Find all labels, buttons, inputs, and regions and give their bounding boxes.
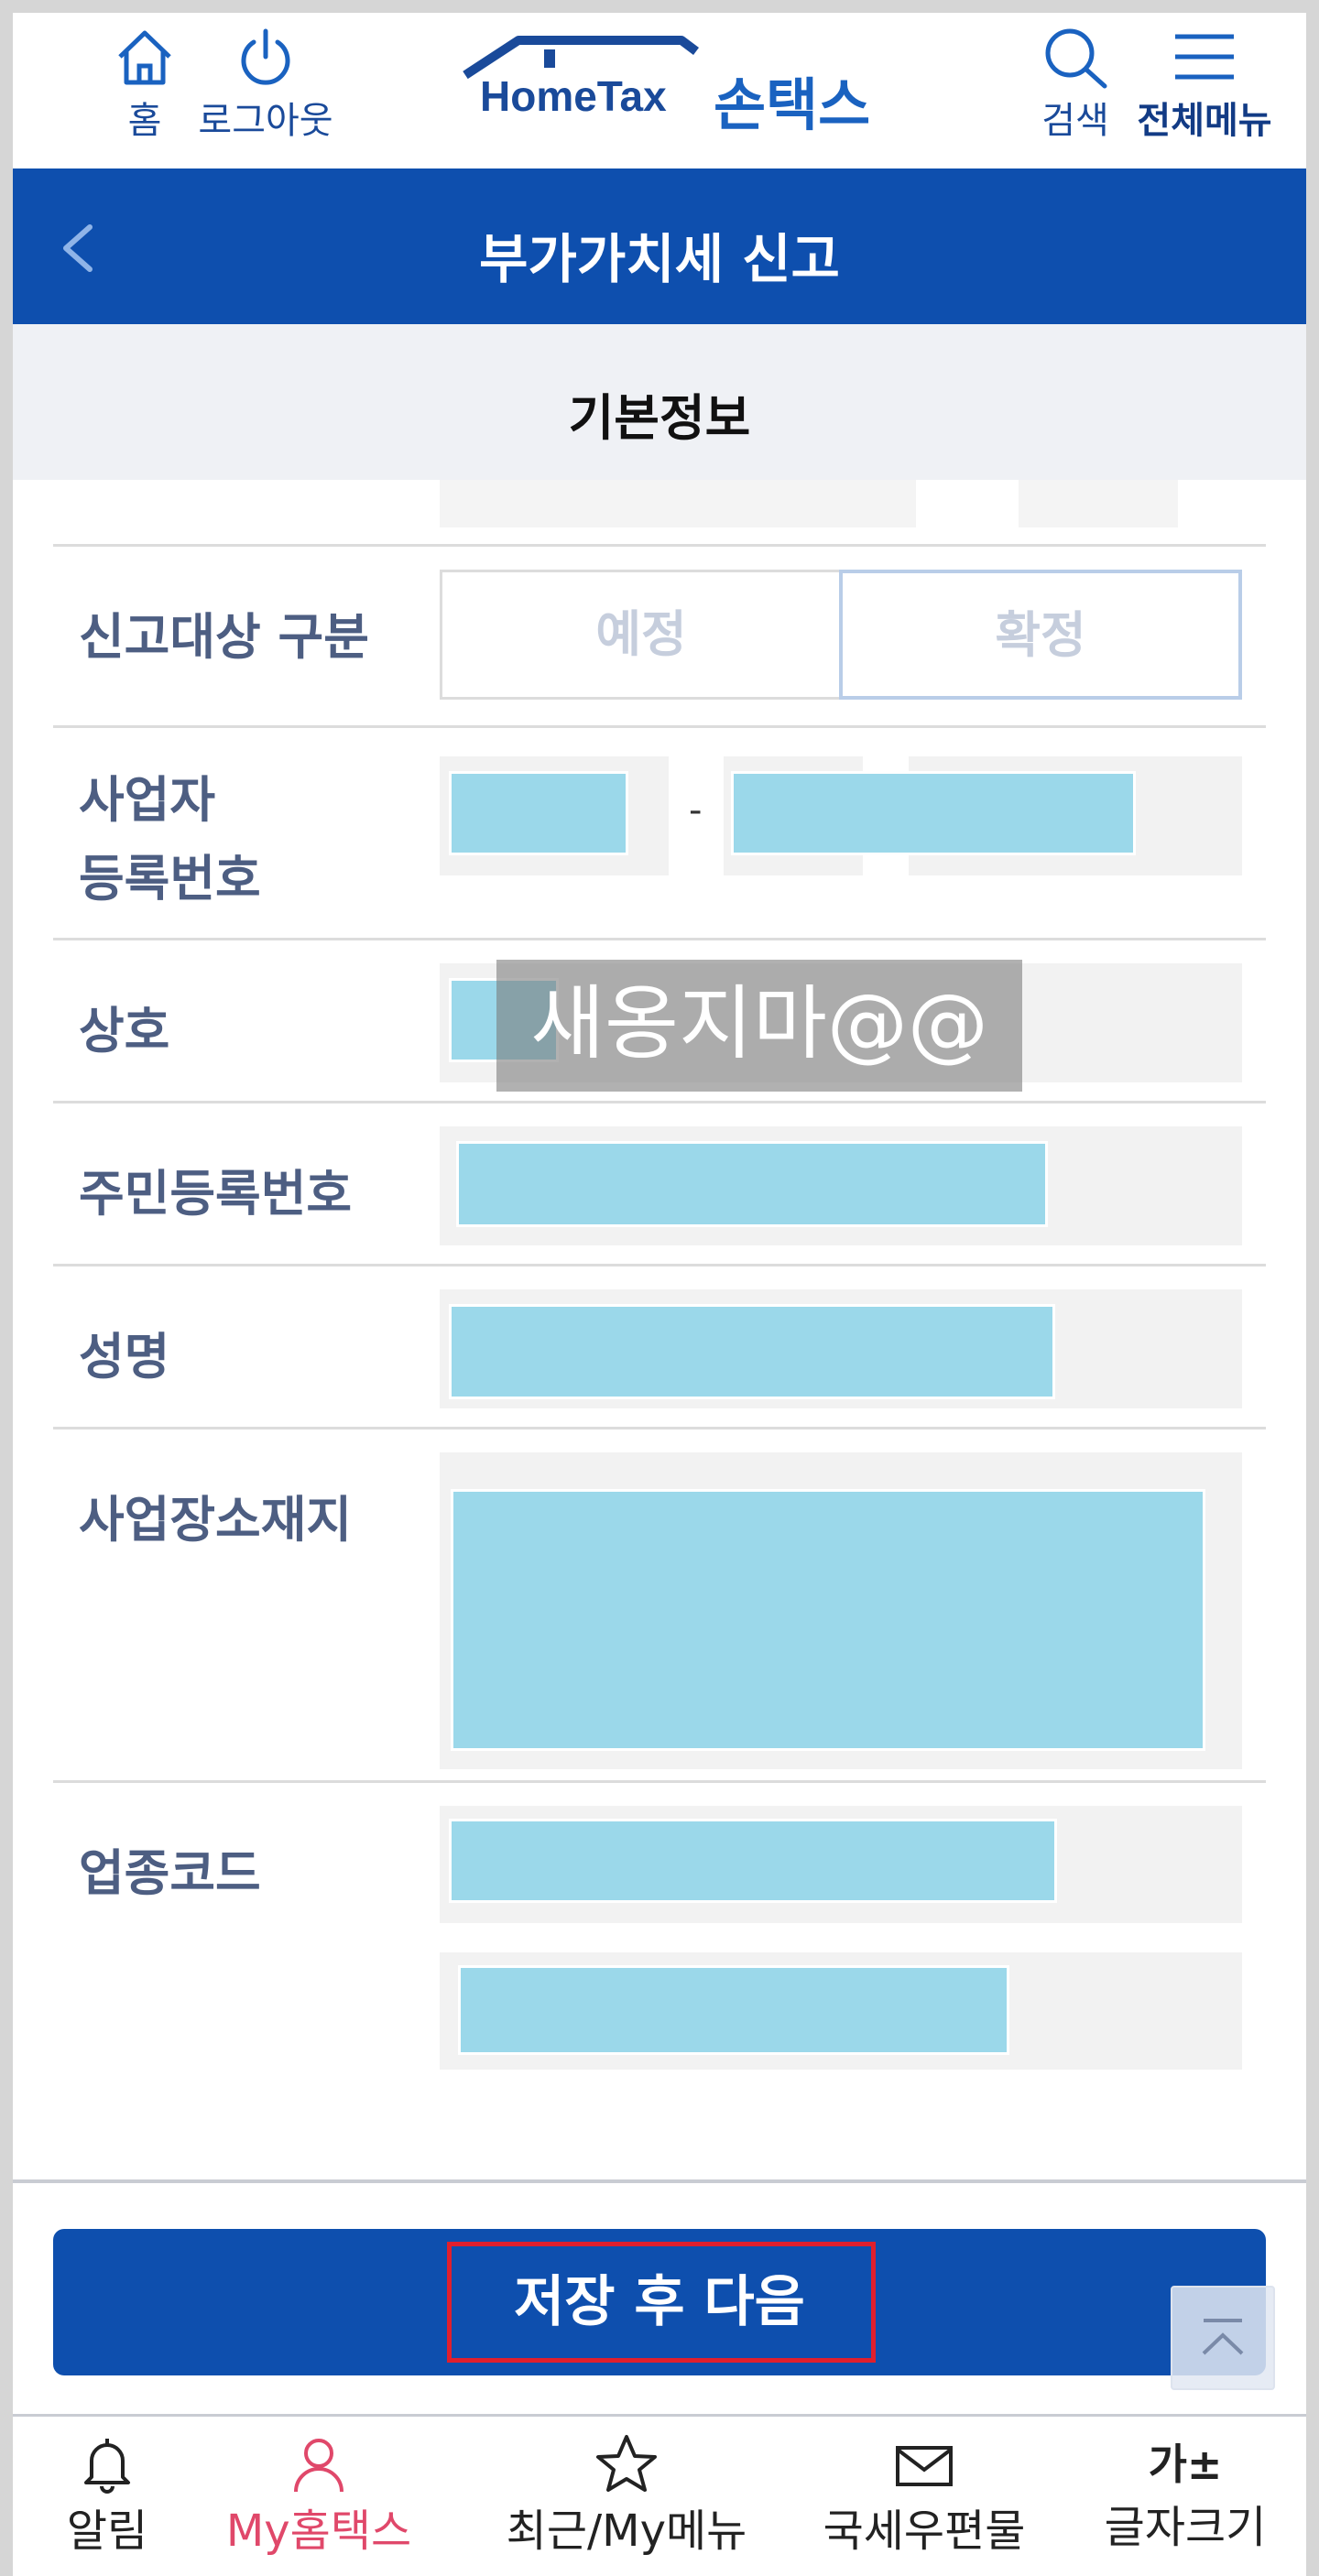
watermark-overlay: 새옹지마@@: [496, 960, 1022, 1092]
home-button[interactable]: 홈: [101, 26, 189, 143]
bottom-tab-bar: 알림 My홈택스 최근/My메뉴 국세우편물 가± 글자크기: [13, 2414, 1306, 2576]
tab-font-size-label: 글자크기: [1104, 2502, 1267, 2553]
home-icon: [118, 30, 171, 85]
highlight-box: [447, 2242, 876, 2363]
page-title: 부가가치세 신고: [479, 228, 840, 290]
report-type-label: 신고대상 구분: [79, 608, 369, 666]
redacted-mask: [731, 771, 1136, 855]
business-number-label-line2: 등록번호: [79, 850, 261, 908]
section-header: 기본정보: [13, 324, 1306, 480]
name-label: 성명: [79, 1328, 170, 1386]
bell-icon: [84, 2439, 130, 2494]
row-divider: [53, 544, 1266, 547]
star-icon: [596, 2435, 657, 2492]
font-size-icon: 가±: [1148, 2440, 1223, 2489]
redacted-mask: [456, 1141, 1048, 1227]
row-divider: [53, 725, 1266, 728]
tab-notifications-label: 알림: [66, 2505, 148, 2557]
logout-label: 로그아웃: [198, 100, 333, 142]
partial-field: [1019, 480, 1178, 527]
address-label: 사업장소재지: [79, 1491, 353, 1549]
menu-button[interactable]: 전체메뉴: [1127, 26, 1282, 143]
separator: -: [689, 789, 703, 831]
tab-recent-my-menu[interactable]: 최근/My메뉴: [489, 2433, 764, 2558]
menu-label: 전체메뉴: [1137, 100, 1272, 142]
row-divider: [53, 1427, 1266, 1429]
row-divider: [53, 938, 1266, 940]
tab-recent-my-menu-label: 최근/My메뉴: [506, 2505, 747, 2557]
redacted-mask: [449, 771, 628, 855]
business-number-label-line1: 사업자: [79, 771, 216, 829]
logout-button[interactable]: 로그아웃: [183, 26, 348, 143]
redacted-mask: [449, 1819, 1057, 1903]
mail-icon: [896, 2446, 953, 2486]
redacted-mask: [458, 1965, 1009, 2055]
tab-my-hometax-label: My홈택스: [225, 2505, 412, 2557]
tab-notifications[interactable]: 알림: [31, 2433, 183, 2558]
resident-number-label: 주민등록번호: [79, 1165, 353, 1223]
option-final[interactable]: 확정: [839, 570, 1242, 700]
app-frame: 홈 로그아웃 HomeTax 손택스 검색 전체메뉴 부가가치세 신고 기본정보…: [13, 13, 1306, 2576]
row-divider: [53, 1780, 1266, 1783]
search-label: 검색: [1041, 100, 1109, 142]
hometax-logo[interactable]: HomeTax 손택스: [452, 33, 892, 138]
row-divider: [53, 1264, 1266, 1266]
logo-korean: 손택스: [714, 71, 871, 138]
home-label: 홈: [127, 100, 162, 142]
search-icon: [1045, 28, 1107, 89]
power-icon: [241, 28, 290, 85]
partial-field: [440, 480, 916, 527]
content-bottom-divider: [13, 2179, 1306, 2183]
save-next-button[interactable]: 저장 후 다음: [53, 2229, 1266, 2375]
chevron-up-icon: [1202, 2319, 1244, 2355]
tab-font-size[interactable]: 가± 글자크기: [1094, 2433, 1277, 2554]
tab-my-hometax[interactable]: My홈택스: [209, 2433, 429, 2558]
tab-tax-mail-label: 국세우편물: [823, 2505, 1026, 2557]
option-preliminary[interactable]: 예정: [440, 570, 843, 700]
logo-text: HomeTax: [480, 72, 667, 120]
row-divider: [53, 1101, 1266, 1103]
section-title: 기본정보: [568, 389, 751, 447]
company-name-label: 상호: [79, 1002, 170, 1060]
search-button[interactable]: 검색: [1030, 26, 1121, 143]
redacted-mask: [451, 1489, 1205, 1751]
title-bar: 부가가치세 신고: [13, 168, 1306, 324]
tab-tax-mail[interactable]: 국세우편물: [810, 2433, 1039, 2558]
industry-code-label: 업종코드: [79, 1844, 261, 1902]
person-icon: [294, 2439, 343, 2493]
scroll-top-button[interactable]: [1171, 2286, 1275, 2390]
redacted-mask: [449, 1304, 1055, 1399]
hamburger-icon: [1175, 34, 1234, 80]
top-header: 홈 로그아웃 HomeTax 손택스 검색 전체메뉴: [13, 13, 1306, 168]
